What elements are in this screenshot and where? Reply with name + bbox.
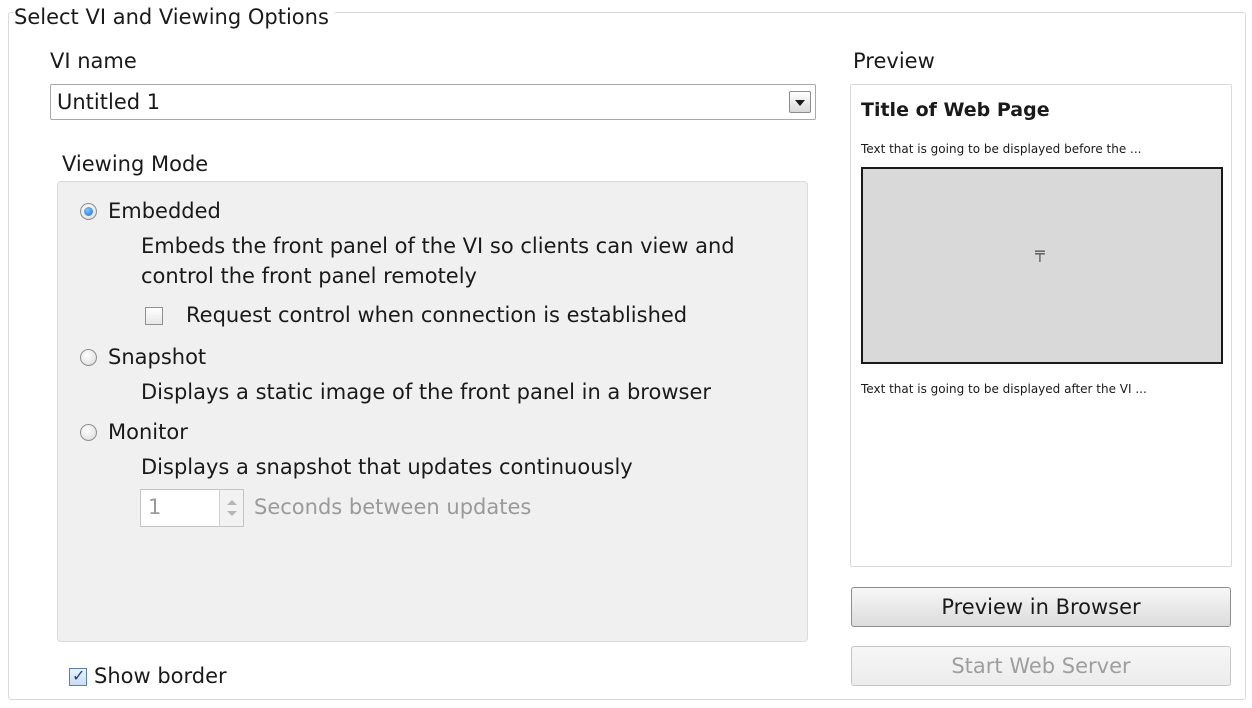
vi-name-value: Untitled 1 (57, 90, 161, 114)
embedded-description-line2: control the front panel remotely (141, 264, 477, 288)
viewing-mode-label: Viewing Mode (62, 152, 209, 176)
preview-pane: Title of Web Page Text that is going to … (850, 84, 1232, 567)
embedded-label[interactable]: Embedded (108, 198, 221, 224)
embedded-description-line1: Embeds the front panel of the VI so clie… (141, 234, 735, 258)
preview-text-before: Text that is going to be displayed befor… (861, 142, 1142, 156)
start-web-server-button[interactable]: Start Web Server (851, 646, 1231, 686)
update-interval-stepper[interactable]: 1 (140, 489, 244, 527)
request-control-checkbox[interactable] (145, 307, 163, 325)
preview-text-after: Text that is going to be displayed after… (861, 382, 1147, 396)
preview-front-panel: ╤ (861, 167, 1223, 364)
arrow-up-icon[interactable] (227, 500, 237, 505)
vi-name-dropdown[interactable]: Untitled 1 (50, 84, 816, 120)
monitor-description: Displays a snapshot that updates continu… (141, 455, 633, 479)
show-border-checkbox[interactable] (69, 666, 87, 686)
preview-page-title: Title of Web Page (861, 99, 1050, 121)
chevron-down-icon[interactable] (789, 91, 811, 113)
snapshot-label[interactable]: Snapshot (108, 344, 206, 370)
cursor-icon: ╤ (1035, 243, 1045, 262)
arrow-down-icon[interactable] (227, 511, 237, 516)
embedded-radio[interactable] (80, 203, 97, 220)
snapshot-description: Displays a static image of the front pan… (141, 380, 711, 404)
vi-name-label: VI name (50, 49, 137, 73)
stepper-buttons[interactable] (219, 490, 243, 526)
monitor-radio[interactable] (80, 424, 97, 441)
preview-in-browser-button[interactable]: Preview in Browser (851, 587, 1231, 627)
preview-label: Preview (853, 49, 935, 73)
update-interval-value: 1 (148, 495, 162, 519)
update-interval-label: Seconds between updates (254, 495, 532, 519)
groupbox-title: Select VI and Viewing Options (14, 4, 335, 30)
request-control-label[interactable]: Request control when connection is estab… (186, 302, 687, 328)
show-border-label[interactable]: Show border (94, 663, 227, 689)
snapshot-radio[interactable] (80, 349, 97, 366)
monitor-label[interactable]: Monitor (108, 419, 188, 445)
